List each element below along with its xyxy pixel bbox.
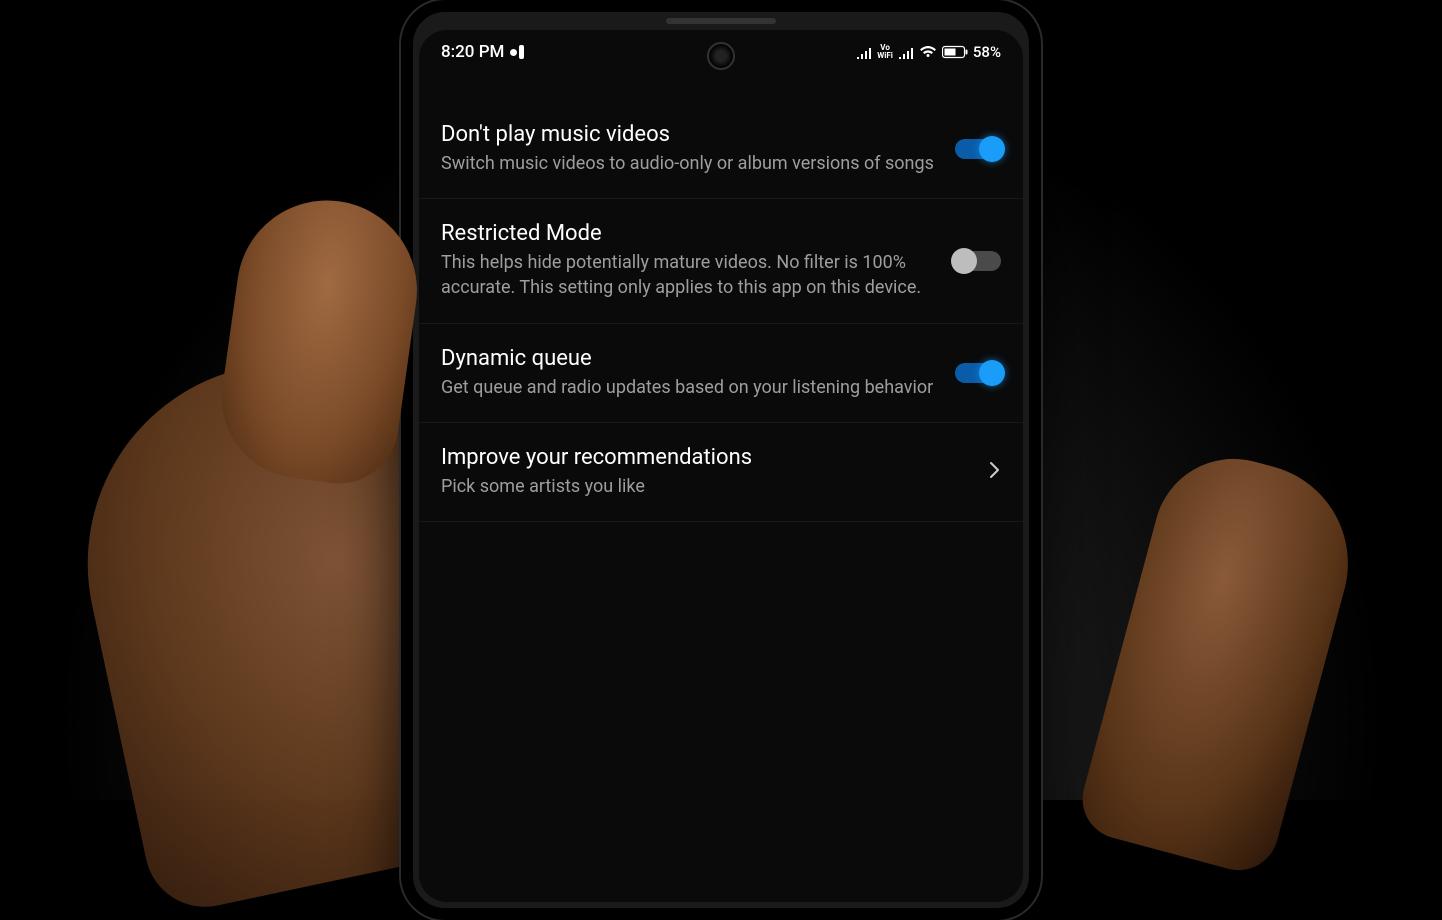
setting-title: Restricted Mode (441, 221, 935, 246)
phone-frame: 8:20 PM VoWiFi 58% (401, 0, 1041, 920)
setting-dont-play-music-videos[interactable]: Don't play music videos Switch music vid… (419, 100, 1023, 199)
settings-list[interactable]: Don't play music videos Switch music vid… (419, 68, 1023, 902)
setting-text: Don't play music videos Switch music vid… (441, 122, 935, 176)
front-camera (707, 42, 735, 70)
setting-title: Improve your recommendations (441, 445, 967, 470)
setting-desc: Switch music videos to audio-only or alb… (441, 151, 935, 176)
notification-dots-icon (510, 45, 524, 59)
setting-text: Improve your recommendations Pick some a… (441, 445, 967, 499)
signal-icon (856, 45, 872, 59)
toggle-dont-play-music-videos[interactable] (955, 139, 1001, 159)
toggle-knob (951, 248, 977, 274)
phone-screen: 8:20 PM VoWiFi 58% (419, 30, 1023, 902)
battery-text: 58% (973, 43, 1001, 61)
battery-icon (942, 45, 968, 59)
setting-text: Restricted Mode This helps hide potentia… (441, 221, 935, 300)
setting-desc: Get queue and radio updates based on you… (441, 375, 935, 400)
toggle-dynamic-queue[interactable] (955, 363, 1001, 383)
setting-title: Don't play music videos (441, 122, 935, 147)
setting-desc: Pick some artists you like (441, 474, 967, 499)
setting-title: Dynamic queue (441, 346, 935, 371)
toggle-knob (979, 136, 1005, 162)
setting-desc: This helps hide potentially mature video… (441, 250, 935, 300)
vowifi-icon: VoWiFi (877, 44, 893, 60)
fingers-photo (1074, 441, 1371, 879)
toggle-restricted-mode[interactable] (955, 251, 1001, 271)
status-time: 8:20 PM (441, 42, 504, 62)
toggle-knob (979, 360, 1005, 386)
signal-2-icon (898, 45, 914, 59)
status-right: VoWiFi 58% (856, 43, 1001, 61)
wifi-icon (919, 45, 937, 59)
setting-restricted-mode[interactable]: Restricted Mode This helps hide potentia… (419, 199, 1023, 323)
status-left: 8:20 PM (441, 42, 524, 62)
chevron-right-icon (987, 459, 1001, 485)
setting-dynamic-queue[interactable]: Dynamic queue Get queue and radio update… (419, 324, 1023, 423)
setting-improve-recommendations[interactable]: Improve your recommendations Pick some a… (419, 423, 1023, 522)
setting-text: Dynamic queue Get queue and radio update… (441, 346, 935, 400)
earpiece (666, 18, 776, 24)
